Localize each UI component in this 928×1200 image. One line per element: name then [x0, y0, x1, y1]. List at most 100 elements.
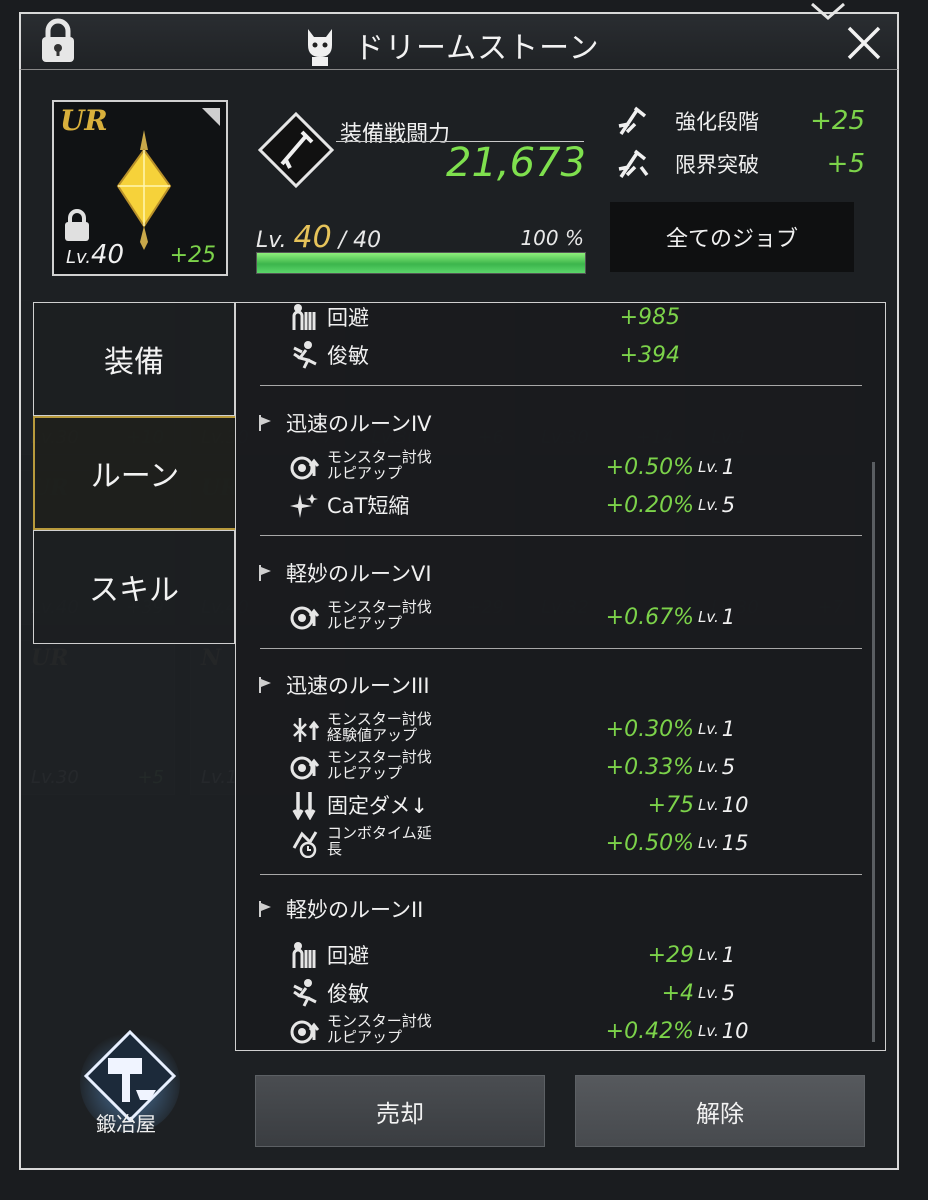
lv-prefix: Lv.	[698, 758, 719, 776]
effect-level: Lv. 1	[698, 448, 735, 486]
effect-level: Lv. 1	[698, 710, 735, 748]
combo-time-icon	[292, 831, 318, 858]
effect-value: +0.67%	[605, 604, 694, 630]
rune-name: 迅速のルーンIII	[286, 674, 430, 698]
lv-prefix: Lv.	[698, 496, 719, 514]
effect-value: +29	[647, 942, 694, 968]
effect-label-line: 経験値アップ	[327, 726, 418, 744]
corner-icon	[202, 108, 220, 126]
effect-value: +0.20%	[605, 492, 694, 518]
level-value: 10	[721, 793, 749, 817]
effect-value: +0.50%	[605, 454, 694, 480]
flag-icon	[259, 565, 271, 581]
rune-name: 軽妙のルーンVI	[286, 562, 432, 586]
section-divider	[260, 874, 862, 875]
effect-label-line: モンスター討伐	[327, 448, 432, 466]
effect-label: モンスター討伐 ルピアップ	[327, 1013, 432, 1045]
scrollbar[interactable]	[872, 462, 875, 1042]
level-value: 5	[721, 755, 736, 779]
effect-label: モンスター討伐 経験値アップ	[327, 711, 432, 743]
lv-prefix: Lv.	[66, 247, 91, 268]
section-divider	[260, 385, 862, 386]
close-icon[interactable]	[845, 24, 883, 62]
level-current: 40	[293, 220, 332, 255]
effect-label-line: ルピアップ	[327, 614, 403, 632]
effect-label: 回避	[327, 944, 369, 968]
effect-level: Lv. 10	[698, 786, 749, 824]
enhance-icon	[618, 106, 647, 135]
exp-up-icon	[293, 718, 320, 742]
stat-value: +25	[810, 106, 865, 136]
lv-prefix: Lv.	[698, 720, 719, 738]
item-rank: UR	[60, 104, 108, 137]
item-card[interactable]: UR Lv.40 +25	[52, 100, 228, 276]
level-value: 1	[721, 943, 736, 967]
effect-level: Lv. 10	[698, 1012, 749, 1050]
level-value: 1	[721, 605, 736, 629]
section-divider	[260, 648, 862, 649]
lv-prefix: Lv.	[698, 946, 719, 964]
effect-label-line: コンボタイム延	[327, 824, 432, 842]
all-jobs-button[interactable]: 全てのジョブ	[610, 202, 854, 272]
ruby-up-icon	[290, 456, 320, 480]
lv-prefix: Lv.	[698, 796, 719, 814]
rune-effect-row: 回避 +29 Lv. 1	[290, 936, 860, 974]
item-level: Lv.40	[66, 240, 124, 270]
effect-label: モンスター討伐 ルピアップ	[327, 749, 432, 781]
rune-effect-row: モンスター討伐 ルピアップ +0.42% Lv. 10	[290, 1012, 860, 1050]
tab-rune[interactable]: ルーン	[33, 416, 235, 530]
effect-label: 固定ダメ↓	[327, 794, 428, 818]
stat-enhance: 強化段階 +25	[615, 104, 865, 138]
cat-icon	[308, 29, 332, 66]
level-value: 1	[721, 717, 736, 741]
effect-label-line: ルピアップ	[327, 1028, 403, 1046]
effect-label-line: モンスター討伐	[327, 598, 432, 616]
ruby-up-icon	[290, 756, 320, 780]
base-stat-row: 俊敏 +394	[290, 336, 860, 374]
release-button[interactable]: 解除	[575, 1075, 865, 1147]
base-stat-row: 回避 +985	[290, 298, 860, 336]
title-wrap: ドリームストーン	[300, 22, 600, 68]
stat-label: 強化段階	[675, 110, 759, 134]
tab-skill[interactable]: スキル	[33, 530, 235, 644]
sell-button[interactable]: 売却	[255, 1075, 545, 1147]
agility-icon	[293, 979, 317, 1007]
tab-equipment[interactable]: 装備	[33, 302, 235, 416]
effect-value: +0.50%	[605, 830, 694, 856]
effect-value: +0.30%	[605, 716, 694, 742]
level-text: Lv. 40 / 40	[256, 220, 381, 255]
level-percent: 100 %	[520, 226, 584, 250]
level-value: 10	[721, 1019, 749, 1043]
level-value: 5	[721, 981, 736, 1005]
effect-level: Lv. 5	[698, 974, 735, 1012]
level-max: / 40	[338, 228, 382, 253]
effect-label-line: モンスター討伐	[327, 710, 432, 728]
stat-label: 限界突破	[675, 153, 759, 177]
rune-section-title: 迅速のルーンIV	[258, 408, 432, 438]
effect-label-line: モンスター討伐	[327, 748, 432, 766]
lv-prefix: Lv.	[698, 834, 719, 852]
effect-label-line: ルピアップ	[327, 464, 403, 482]
rune-effect-row: 固定ダメ↓ +75 Lv. 10	[290, 786, 860, 824]
item-enhance: +25	[169, 243, 216, 268]
lock-icon[interactable]	[38, 18, 78, 64]
lock-icon[interactable]	[62, 208, 92, 242]
rune-effect-row: コンボタイム延長 +0.50% Lv. 15	[290, 824, 860, 862]
equip-power-icon	[257, 111, 335, 189]
effect-label-line: 長	[327, 840, 343, 858]
effect-level: Lv. 15	[698, 824, 749, 862]
level-progress-fill	[257, 253, 585, 273]
evasion-icon	[292, 942, 316, 968]
power-value: 21,673	[446, 140, 586, 186]
chevron-down-icon[interactable]	[808, 0, 848, 22]
effect-label: CaT短縮	[327, 494, 410, 518]
limit-break-icon	[618, 149, 649, 178]
effect-label-line: ルピアップ	[327, 764, 403, 782]
fixed-dmg-down-icon	[292, 792, 316, 820]
effect-level: Lv. 1	[698, 936, 735, 974]
effect-label: モンスター討伐 ルピアップ	[327, 599, 432, 631]
effect-value: +75	[647, 792, 694, 818]
rune-section-title: 軽妙のルーンII	[258, 894, 423, 924]
rune-name: 迅速のルーンIV	[286, 412, 432, 436]
cat-short-icon	[290, 494, 318, 518]
